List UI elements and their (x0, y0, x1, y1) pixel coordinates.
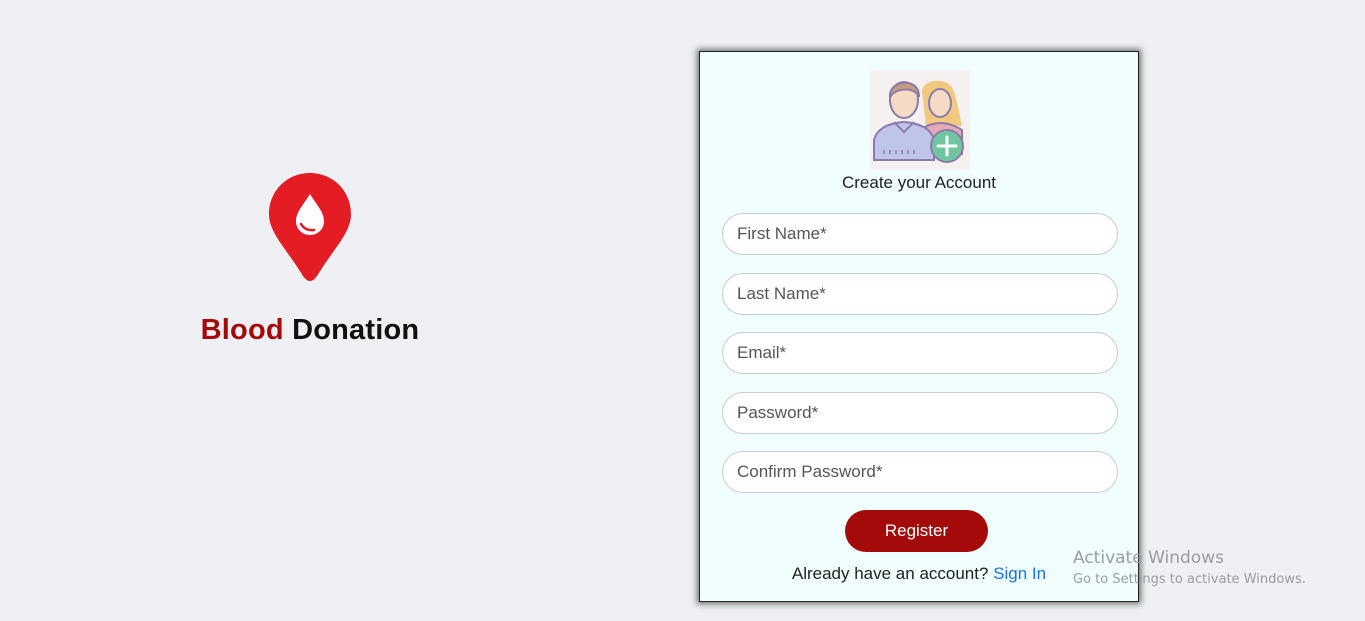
signin-prompt: Already have an account? (791, 564, 989, 583)
email-input[interactable] (722, 332, 1118, 374)
watermark-subtitle: Go to Settings to activate Windows. (1073, 572, 1306, 587)
password-input[interactable] (722, 392, 1118, 434)
signin-link[interactable]: Sign In (993, 564, 1046, 583)
add-user-icon (870, 70, 970, 170)
brand: Blood Donation (150, 170, 470, 347)
page: Blood Donation Create your Account First… (0, 0, 1365, 621)
windows-activation-watermark: Activate Windows Go to Settings to activ… (1073, 548, 1306, 587)
last-name-input[interactable] (722, 273, 1118, 315)
confirm-password-input[interactable] (722, 451, 1118, 493)
brand-title-accent: Blood (200, 314, 284, 346)
register-button[interactable]: Register (845, 510, 988, 552)
card-title: Create your Account (841, 173, 997, 192)
watermark-title: Activate Windows (1073, 548, 1224, 568)
blood-drop-pin-icon (269, 173, 351, 281)
register-card: Create your Account Register Already hav… (699, 51, 1139, 602)
brand-title-rest: Donation (292, 314, 420, 346)
brand-title: Blood Donation (150, 314, 470, 347)
first-name-input[interactable] (722, 213, 1118, 255)
